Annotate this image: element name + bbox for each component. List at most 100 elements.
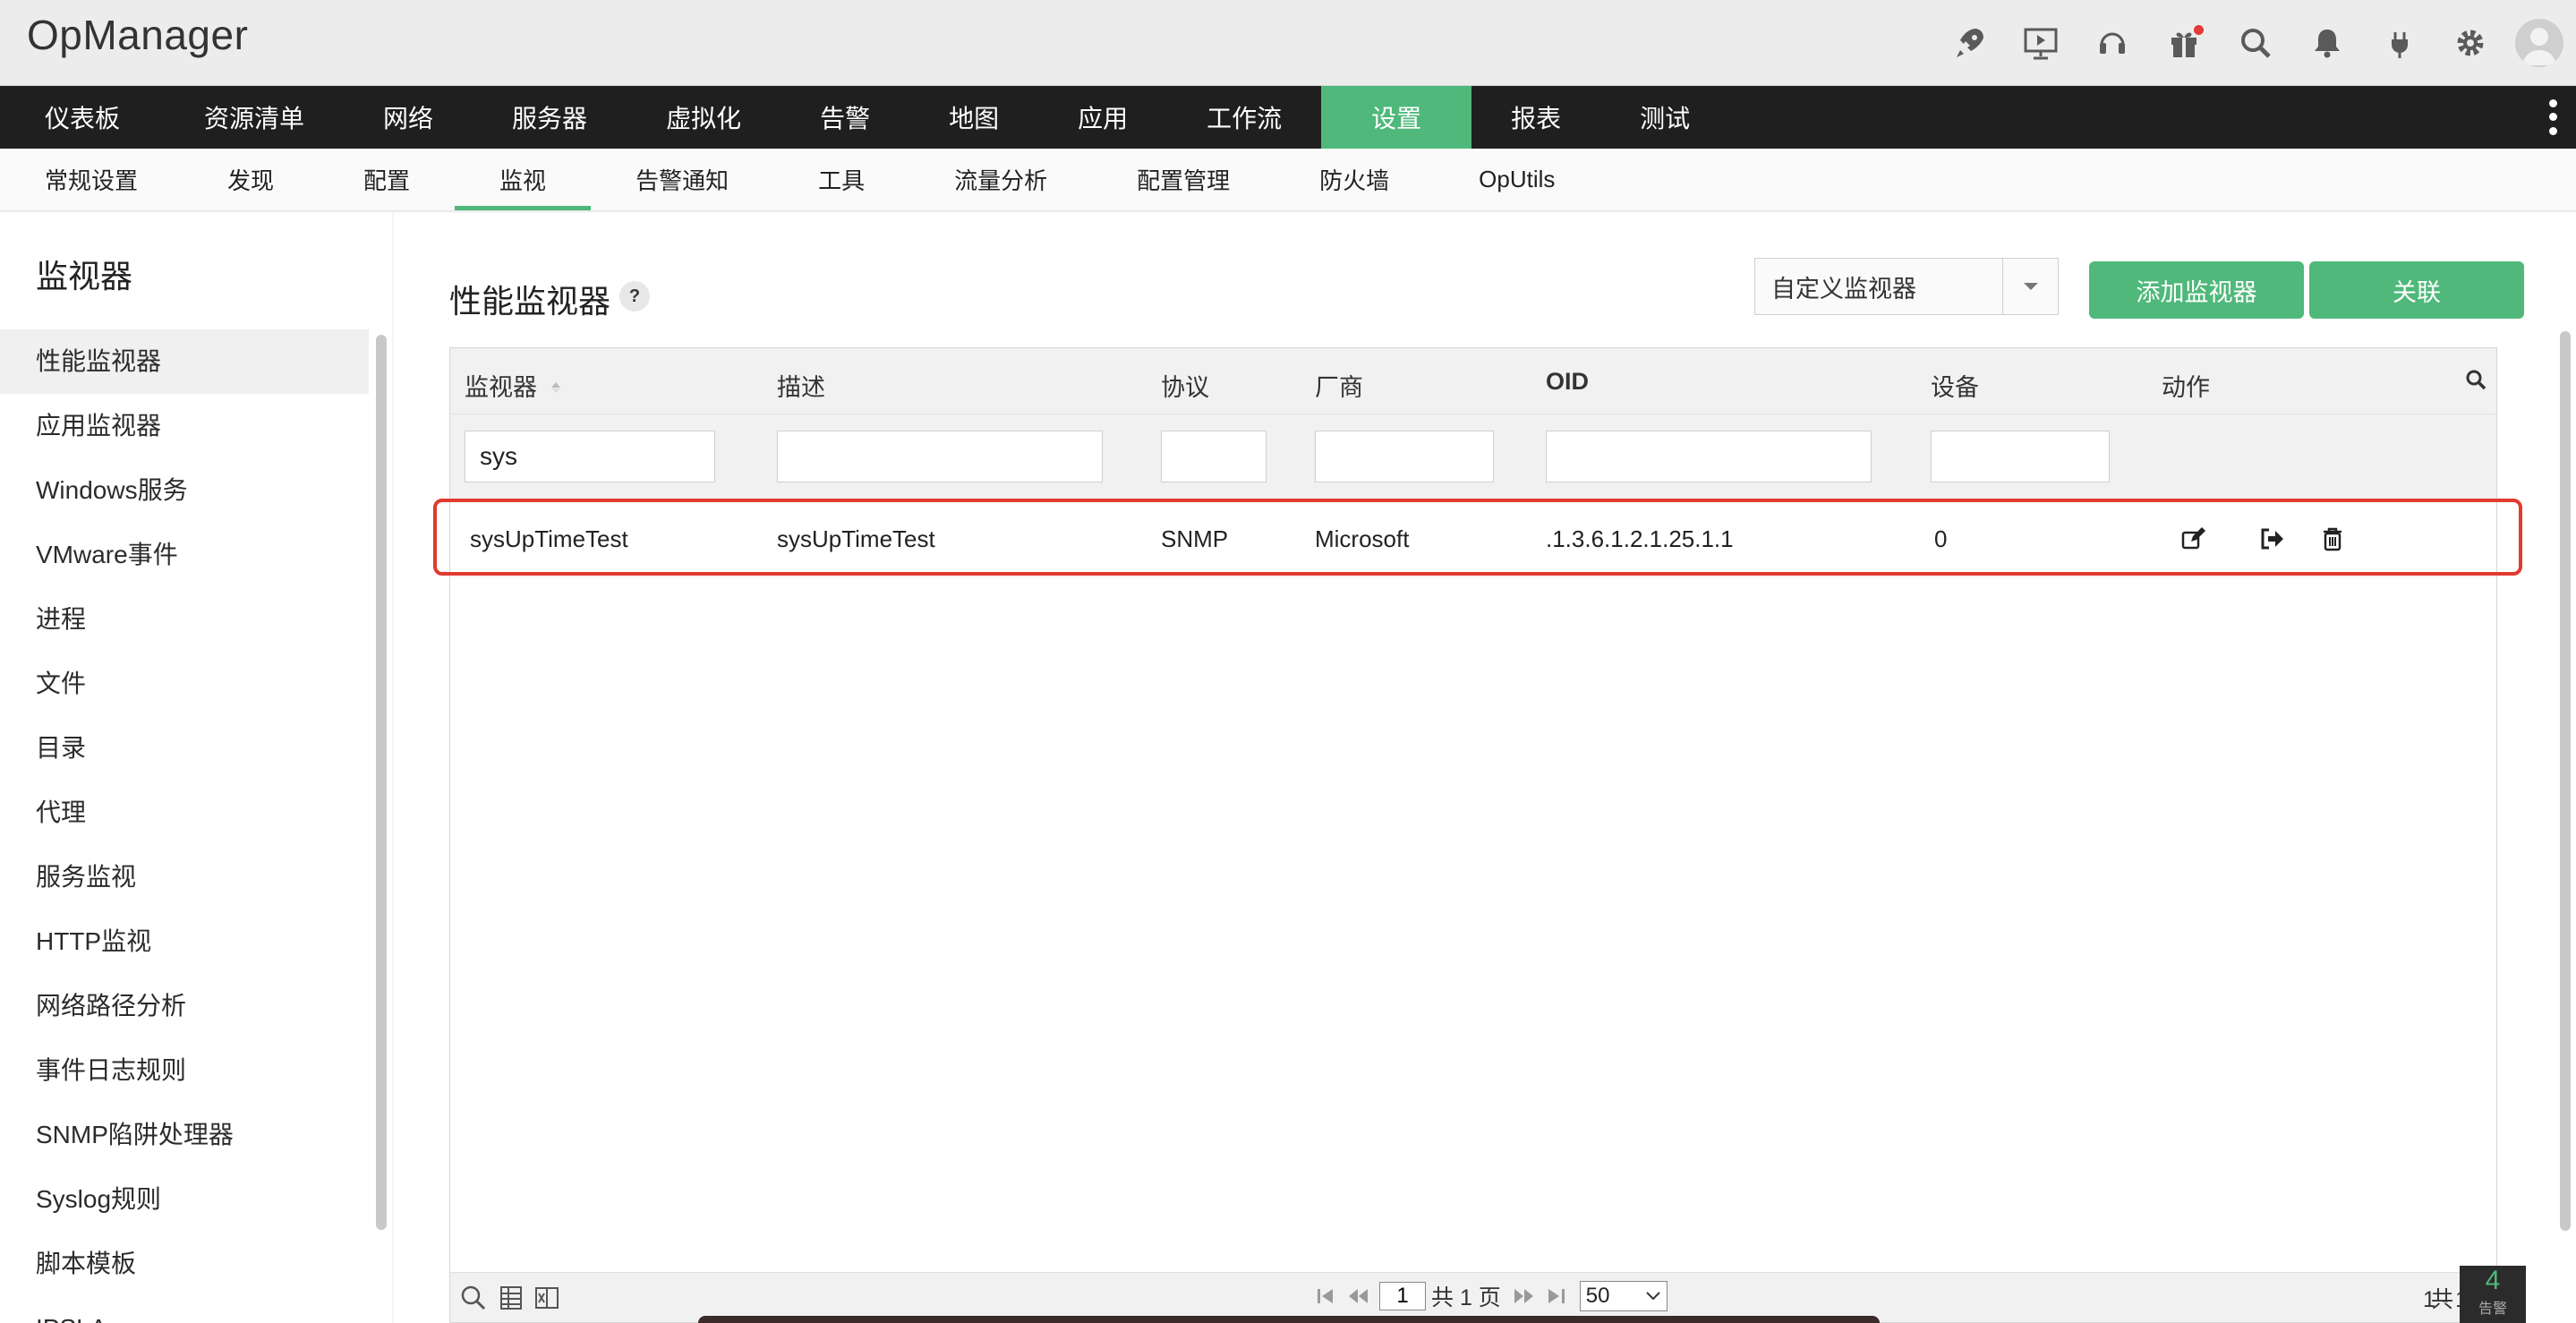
col-monitor[interactable]: 监视器 <box>465 368 562 403</box>
alarm-badge[interactable]: 4 告警 <box>2460 1266 2526 1323</box>
chevron-down-icon <box>1646 1292 1660 1301</box>
presentation-icon[interactable] <box>2005 7 2077 79</box>
chevron-down-icon[interactable] <box>2002 259 2058 314</box>
main-nav: 仪表板 资源清单 网络 服务器 虚拟化 告警 地图 应用 工作流 设置 报表 测… <box>0 86 2576 149</box>
table-header: 监视器 描述 协议 厂商 OID 设备 动作 <box>450 348 2496 414</box>
main-content: 性能监视器 ? 自定义监视器 添加监视器 关联 监视器 描述 协议 厂商 OID… <box>394 213 2576 1323</box>
filter-row <box>450 414 2496 500</box>
sidebar-item-agents[interactable]: 代理 <box>0 781 369 845</box>
prev-page-icon[interactable] <box>1342 1280 1374 1312</box>
sidebar-item-folders[interactable]: 目录 <box>0 716 369 781</box>
sidebar-item-network-path[interactable]: 网络路径分析 <box>0 974 369 1038</box>
footer-table-icon[interactable] <box>497 1284 525 1312</box>
sidebar-list: 性能监视器 应用监视器 Windows服务 VMware事件 进程 文件 目录 … <box>0 329 369 1323</box>
sidebar-item-vmware-events[interactable]: VMware事件 <box>0 523 369 587</box>
sidebar-item-script-templates[interactable]: 脚本模板 <box>0 1232 369 1296</box>
nav-maps[interactable]: 地图 <box>909 86 1038 149</box>
sidebar-item-performance[interactable]: 性能监视器 <box>0 329 369 394</box>
cell-protocol: SNMP <box>1161 525 1229 552</box>
footer-export-icon[interactable] <box>533 1284 561 1312</box>
sidebar-item-files[interactable]: 文件 <box>0 652 369 716</box>
table-search-icon[interactable] <box>2464 368 2487 397</box>
cell-description: sysUpTimeTest <box>777 525 935 552</box>
sidebar-scrollbar[interactable] <box>376 335 387 1230</box>
next-page-icon[interactable] <box>1508 1280 1540 1312</box>
sidebar-item-ipsla[interactable]: IPSLA <box>0 1296 369 1323</box>
col-devices[interactable]: 设备 <box>1931 368 1979 403</box>
nav-servers[interactable]: 服务器 <box>473 86 627 149</box>
associate-button[interactable]: 关联 <box>2309 261 2524 319</box>
nav-workflow[interactable]: 工作流 <box>1167 86 1321 149</box>
table-row[interactable]: sysUpTimeTest sysUpTimeTest SNMP Microso… <box>450 500 2496 577</box>
alarm-count: 4 <box>2485 1266 2501 1295</box>
filter-devices-input[interactable] <box>1931 431 2110 482</box>
headset-icon[interactable] <box>2077 7 2148 79</box>
sidebar-item-app-monitors[interactable]: 应用监视器 <box>0 394 369 458</box>
nav-settings[interactable]: 设置 <box>1321 86 1472 149</box>
filter-vendor-input[interactable] <box>1315 431 1494 482</box>
subnav-discovery[interactable]: 发现 <box>183 149 319 210</box>
page-number-input[interactable] <box>1379 1282 1426 1310</box>
gift-icon[interactable] <box>2148 7 2220 79</box>
cell-oid: .1.3.6.1.2.1.25.1.1 <box>1546 525 1734 552</box>
monitor-type-select[interactable]: 自定义监视器 <box>1754 258 2059 315</box>
nav-alarms[interactable]: 告警 <box>780 86 909 149</box>
search-icon[interactable] <box>2220 7 2291 79</box>
associate-icon[interactable] <box>2255 522 2289 556</box>
nav-apps[interactable]: 应用 <box>1038 86 1167 149</box>
sidebar-item-processes[interactable]: 进程 <box>0 587 369 652</box>
sidebar-item-http[interactable]: HTTP监视 <box>0 909 369 974</box>
subnav-firewall[interactable]: 防火墙 <box>1275 149 1434 210</box>
add-monitor-button[interactable]: 添加监视器 <box>2089 261 2304 319</box>
delete-icon[interactable] <box>2316 522 2350 556</box>
edit-icon[interactable] <box>2176 522 2210 556</box>
nav-virtualization[interactable]: 虚拟化 <box>627 86 780 149</box>
sort-icon[interactable] <box>550 375 562 403</box>
bottom-overlay-strip <box>698 1316 1880 1323</box>
more-menu-icon[interactable] <box>2544 97 2562 138</box>
nav-inventory[interactable]: 资源清单 <box>165 86 344 149</box>
rocket-icon[interactable] <box>1933 7 2005 79</box>
subnav-tools[interactable]: 工具 <box>773 149 909 210</box>
page-size-select[interactable]: 50 <box>1579 1281 1668 1311</box>
filter-oid-input[interactable] <box>1546 431 1872 482</box>
alarm-label: 告警 <box>2478 1302 2507 1317</box>
subnav-config[interactable]: 配置 <box>319 149 455 210</box>
sidebar-item-syslog-rules[interactable]: Syslog规则 <box>0 1167 369 1232</box>
filter-description-input[interactable] <box>777 431 1103 482</box>
first-page-icon[interactable] <box>1309 1280 1342 1312</box>
sidebar-item-windows-services[interactable]: Windows服务 <box>0 458 369 523</box>
nav-dashboard[interactable]: 仪表板 <box>0 86 165 149</box>
plug-icon[interactable] <box>2363 7 2435 79</box>
col-protocol[interactable]: 协议 <box>1161 368 1209 403</box>
pagination: 共 1 页 50 <box>1309 1280 1668 1312</box>
content-scrollbar[interactable] <box>2560 331 2571 1231</box>
subnav-config-mgmt[interactable]: 配置管理 <box>1092 149 1275 210</box>
bell-icon[interactable] <box>2291 7 2363 79</box>
subnav-monitoring[interactable]: 监视 <box>455 149 592 210</box>
subnav-notifications[interactable]: 告警通知 <box>591 149 773 210</box>
sidebar-item-service-monitors[interactable]: 服务监视 <box>0 845 369 909</box>
subnav-general[interactable]: 常规设置 <box>0 149 183 210</box>
sidebar-item-eventlog-rules[interactable]: 事件日志规则 <box>0 1038 369 1103</box>
nav-network[interactable]: 网络 <box>344 86 473 149</box>
subnav-flow-analysis[interactable]: 流量分析 <box>909 149 1092 210</box>
filter-monitor-input[interactable] <box>465 431 715 482</box>
col-description[interactable]: 描述 <box>777 368 825 403</box>
last-page-icon[interactable] <box>1540 1280 1573 1312</box>
col-monitor-label: 监视器 <box>465 374 537 401</box>
gear-icon[interactable] <box>2435 7 2506 79</box>
nav-reports[interactable]: 报表 <box>1471 86 1600 149</box>
footer-search-icon[interactable] <box>459 1284 488 1312</box>
cell-devices: 0 <box>1934 525 1948 552</box>
filter-protocol-input[interactable] <box>1161 431 1267 482</box>
sidebar-item-snmp-traps[interactable]: SNMP陷阱处理器 <box>0 1103 369 1167</box>
user-avatar-icon[interactable] <box>2515 19 2563 67</box>
nav-test[interactable]: 测试 <box>1600 86 1729 149</box>
help-icon[interactable]: ? <box>619 281 650 312</box>
col-vendor[interactable]: 厂商 <box>1315 368 1363 403</box>
subnav-oputils[interactable]: OpUtils <box>1434 149 1599 210</box>
page-title: 性能监视器 <box>449 283 611 320</box>
sub-nav: 常规设置 发现 配置 监视 告警通知 工具 流量分析 配置管理 防火墙 OpUt… <box>0 149 2576 211</box>
col-oid[interactable]: OID <box>1546 368 1589 396</box>
